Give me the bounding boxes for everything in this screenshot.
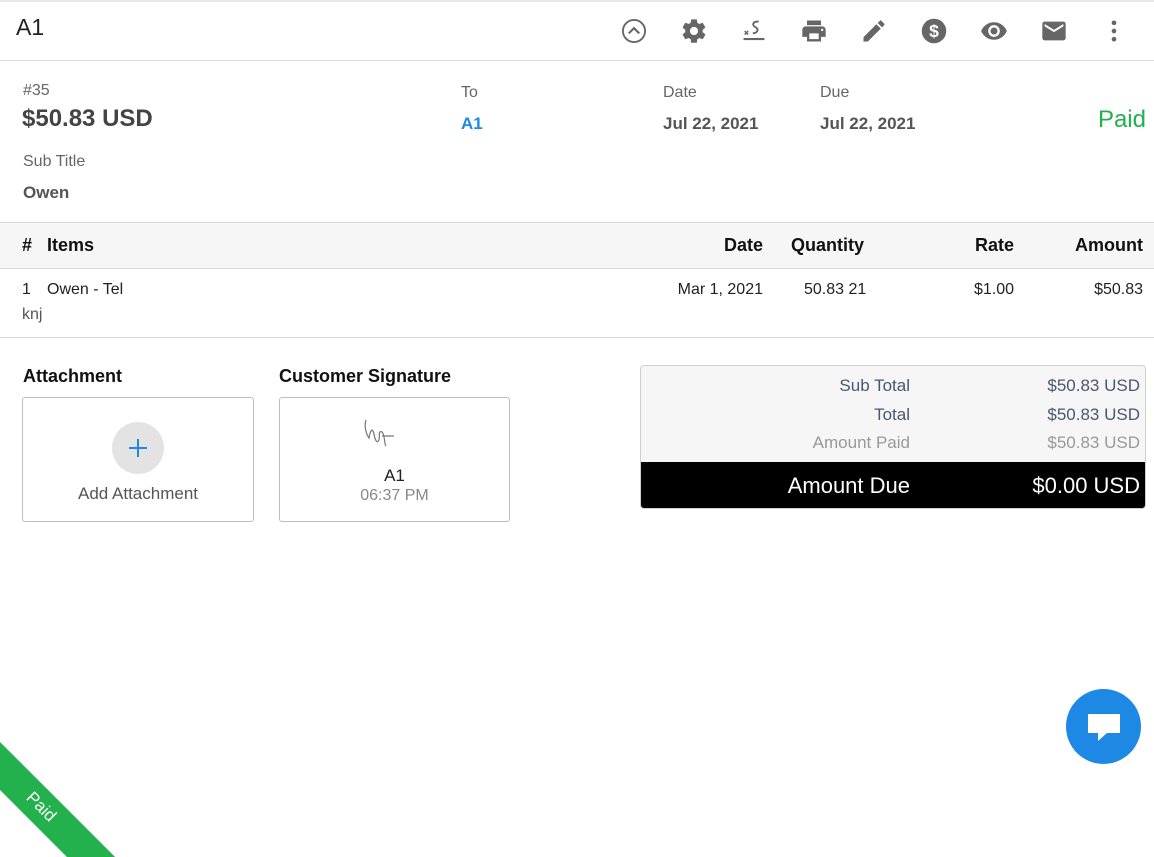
more-vertical-icon[interactable] [1084,15,1144,47]
chat-icon [1087,713,1120,741]
totals-panel: Sub Total $50.83 USD Total $50.83 USD Am… [640,365,1146,509]
top-bar: A1 $ [0,0,1154,61]
customer-signature-card[interactable]: A1 06:37 PM [279,397,510,522]
invoice-amount: $50.83 USD [22,105,153,132]
table-row[interactable]: 1 Owen - Tel knj Mar 1, 2021 50.83 21 $1… [0,269,1154,338]
header-rate: Rate [974,235,1014,255]
signature-name: A1 [384,466,405,485]
signature-icon[interactable] [724,15,784,47]
amount-due-label: Amount Due [787,473,910,498]
amount-paid-value: $50.83 USD [1047,433,1140,452]
amount-paid-label: Amount Paid [812,433,910,452]
sub-total-label: Sub Total [839,376,910,395]
header-quantity: Quantity [791,235,865,255]
row-num: 1 [22,281,31,298]
pencil-icon[interactable] [844,15,904,47]
signature-image [364,419,394,447]
due-label: Due [820,84,850,101]
amount-due-value: $0.00 USD [1032,473,1140,498]
toolbar: $ [604,15,1144,47]
dollar-icon[interactable]: $ [904,15,964,47]
total-value: $50.83 USD [1047,405,1140,424]
chat-button[interactable] [1066,689,1141,764]
row-date: Mar 1, 2021 [677,281,763,298]
row-quantity: 50.83 21 [804,281,867,298]
print-icon[interactable] [784,15,844,47]
signature-time: 06:37 PM [360,487,429,504]
add-attachment-label: Add Attachment [77,484,199,503]
customer-signature-label: Customer Signature [279,366,452,386]
to-label: To [461,84,478,101]
header-num: # [22,235,33,255]
row-item-description: knj [22,306,43,323]
amount-due-row: Amount Due $0.00 USD [641,462,1145,508]
row-rate: $1.00 [973,281,1014,298]
date-value: Jul 22, 2021 [663,114,759,133]
items-table-header: # Items Date Quantity Rate Amount [0,223,1154,269]
total-label: Total [874,405,910,424]
header-date: Date [723,235,763,255]
mail-icon[interactable] [1024,15,1084,47]
header-items: Items [47,235,95,255]
row-item-name: Owen - Tel [47,281,124,298]
chevron-up-circle-icon[interactable] [604,15,664,47]
svg-text:$: $ [929,21,939,41]
eye-icon[interactable] [964,15,1024,47]
gear-icon[interactable] [664,15,724,47]
header-amount: Amount [1075,235,1143,255]
subtitle-label: Sub Title [23,153,86,170]
plus-icon [112,422,164,474]
page-title: A1 [16,14,45,40]
add-attachment-button[interactable]: Add Attachment [22,397,254,522]
invoice-summary: #35 $50.83 USD Sub Title Owen To A1 Date… [0,61,1154,223]
invoice-number: #35 [23,82,50,99]
row-amount: $50.83 [1094,281,1143,298]
status-badge: Paid [1097,106,1146,133]
date-label: Date [663,84,697,101]
to-client-link[interactable]: A1 [461,114,483,134]
subtitle-value: Owen [23,183,70,202]
sub-total-value: $50.83 USD [1047,376,1140,395]
due-value: Jul 22, 2021 [820,114,916,133]
attachment-label: Attachment [23,366,123,386]
paid-ribbon: Paid [0,727,121,857]
